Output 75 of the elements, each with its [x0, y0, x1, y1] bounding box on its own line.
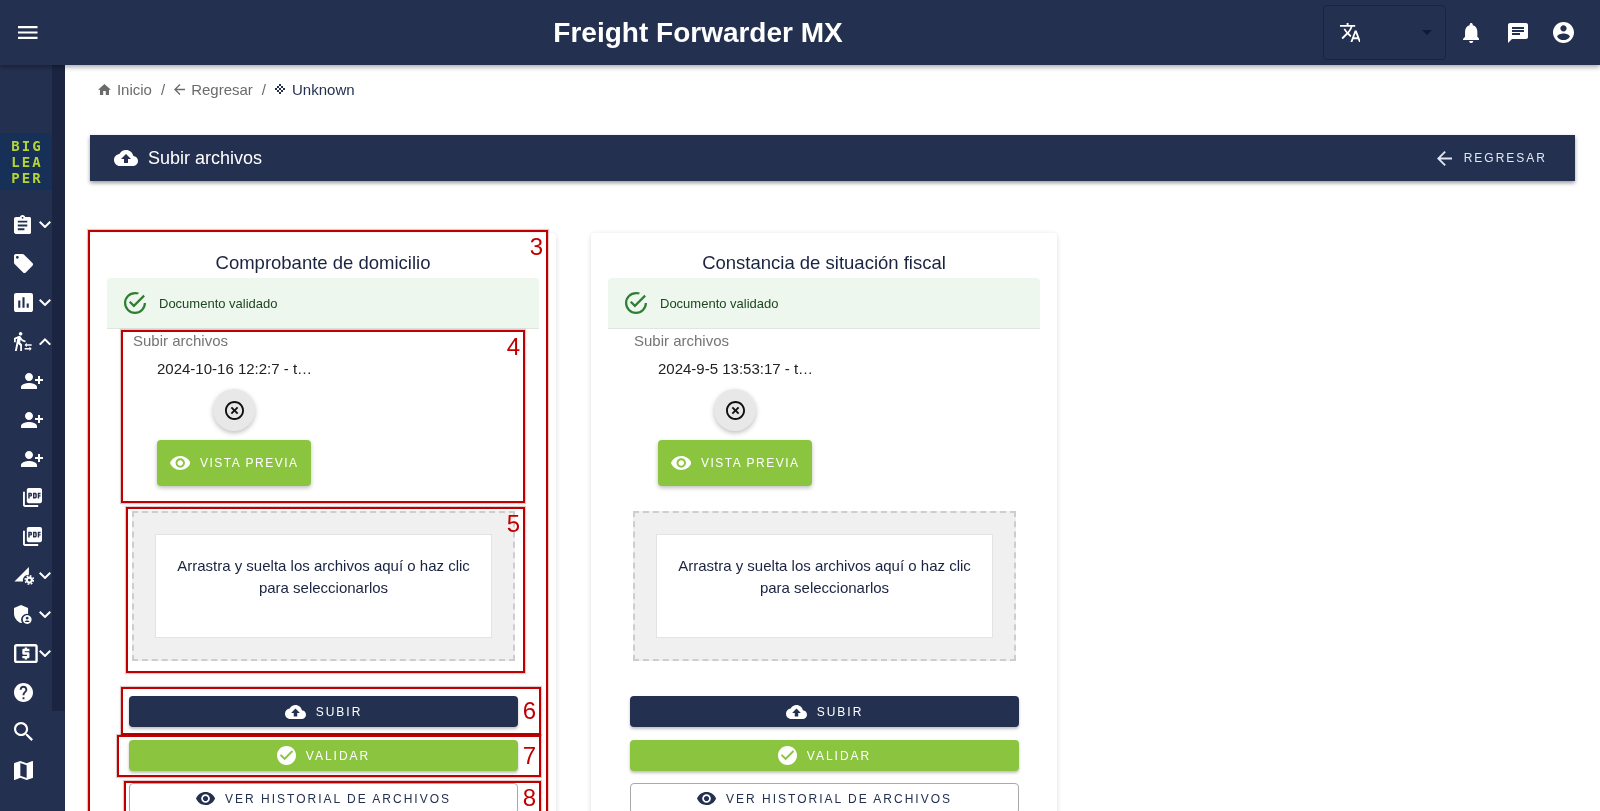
cloud-upload-icon [114, 150, 138, 166]
logo-text: PER [10, 169, 43, 186]
person-add-icon[interactable] [21, 411, 43, 428]
history-button[interactable]: VER HISTORIAL DE ARCHIVOS [630, 783, 1019, 811]
clipboard-icon[interactable] [14, 215, 32, 234]
remove-file-button[interactable] [213, 389, 255, 431]
card-title: Comprobante de domicilio [214, 251, 432, 275]
cloud-upload-icon [785, 704, 807, 719]
field-label: Subir archivos [133, 332, 229, 350]
chevron-up-icon[interactable] [39, 337, 51, 346]
breadcrumb-current: Unknown [292, 80, 355, 98]
app-title: Freight Forwarder MX [552, 16, 844, 49]
history-button[interactable]: VER HISTORIAL DE ARCHIVOS [129, 783, 518, 811]
logo-text: LEA [10, 153, 43, 170]
person-add-icon[interactable] [21, 450, 43, 467]
card-title: Constancia de situación fiscal [701, 251, 947, 275]
remove-file-button[interactable] [714, 389, 756, 431]
pdf-icon[interactable] [22, 488, 42, 507]
map-icon[interactable] [14, 761, 33, 780]
annotation-number: 4 [506, 335, 520, 359]
home-icon [98, 83, 111, 95]
shield-person-icon[interactable] [14, 605, 32, 624]
dropzone-prompt: Arrastra y suelta los archivos aquí o haz clic para seleccionarlos [155, 534, 492, 638]
chevron-down-icon[interactable] [39, 298, 51, 307]
chevron-down-icon[interactable] [39, 571, 51, 580]
person-add-icon[interactable] [21, 372, 43, 389]
eye-icon [195, 792, 215, 805]
annotation-number: 3 [529, 235, 543, 259]
logo-text: BIG [10, 137, 43, 154]
triangle-gear-icon[interactable] [14, 566, 35, 585]
eye-icon [670, 456, 691, 470]
tag-icon[interactable] [14, 254, 33, 273]
file-name: 2024-9-5 13:53:17 - t… [658, 360, 814, 378]
chevron-down-icon[interactable] [39, 220, 51, 229]
chevron-down-icon[interactable] [39, 649, 51, 658]
pdf-icon[interactable] [22, 527, 42, 546]
scrollbar-thumb[interactable] [52, 65, 65, 711]
dropzone[interactable]: Arrastra y suelta los archivos aquí o haz clic para seleccionarlos [633, 511, 1016, 661]
close-icon [224, 400, 244, 420]
eye-icon [696, 792, 716, 805]
close-icon [725, 400, 745, 420]
upload-button[interactable]: SUBIR [630, 696, 1019, 727]
annotation-number: 8 [522, 785, 536, 810]
search-icon[interactable] [14, 722, 33, 741]
back-button[interactable]: REGRESAR [1436, 150, 1547, 166]
eye-icon [169, 456, 190, 470]
alert-text: Documento validado [660, 295, 779, 311]
dropzone-prompt: Arrastra y suelta los archivos aquí o haz clic para seleccionarlos [656, 534, 993, 638]
caret-icon [1421, 30, 1432, 35]
upload-button[interactable]: SUBIR [129, 696, 518, 727]
notifications-icon[interactable] [1462, 22, 1479, 43]
chevron-down-icon[interactable] [39, 610, 51, 619]
breadcrumb-link[interactable]: Regresar [174, 80, 253, 98]
arrow-left-icon [1436, 150, 1452, 166]
file-name: 2024-10-16 12:2:7 - t… [157, 360, 313, 378]
breadcrumb-separator: / [261, 80, 266, 98]
menu-icon[interactable] [18, 26, 38, 39]
account-icon[interactable] [1553, 22, 1574, 43]
annotation-number: 7 [522, 744, 536, 768]
annotation-number: 6 [522, 699, 536, 723]
alert-text: Documento validado [159, 295, 278, 311]
checker-icon [275, 84, 285, 94]
cloud-upload-icon [284, 704, 306, 719]
help-icon[interactable] [14, 683, 33, 702]
dollar-bill-icon[interactable] [14, 644, 38, 663]
page-title: Subir archivos [148, 147, 263, 169]
bar-chart-icon[interactable] [14, 293, 33, 312]
field-label: Subir archivos [634, 332, 730, 350]
breadcrumb-link[interactable]: Inicio [98, 80, 152, 98]
walking-person-icon[interactable] [14, 332, 32, 351]
language-select[interactable] [1322, 5, 1446, 60]
chat-icon[interactable] [1508, 22, 1528, 43]
breadcrumb-separator: / [160, 80, 166, 98]
translate-icon [1339, 23, 1361, 42]
arrow-left-icon [174, 83, 186, 95]
